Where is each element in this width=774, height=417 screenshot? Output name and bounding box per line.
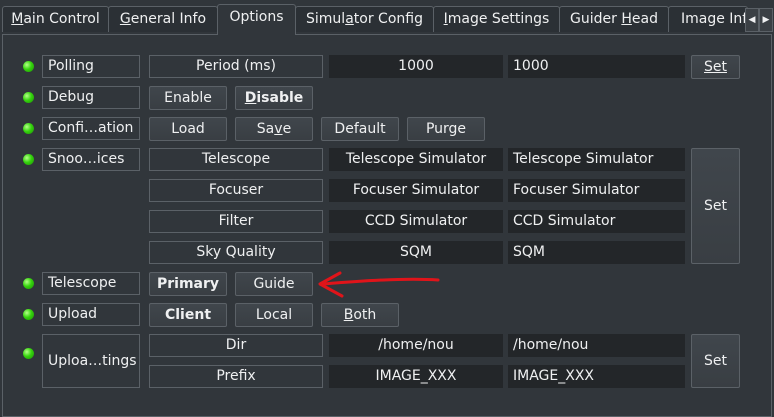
tab-main-control[interactable]: Main Control: [2, 6, 109, 32]
upload-local-button[interactable]: Local: [235, 303, 313, 327]
config-save-button[interactable]: Save: [235, 117, 313, 141]
telescope-label: Telescope: [42, 272, 140, 295]
telescope-guide-button[interactable]: Guide: [235, 272, 313, 296]
debug-status-led-icon: [23, 92, 34, 103]
config-status-led-icon: [23, 123, 34, 134]
snoop-focuser-input[interactable]: Focuser Simulator: [508, 179, 685, 202]
upload-prefix-element: Prefix: [149, 365, 323, 388]
snoop-sky-quality-input[interactable]: SQM: [508, 241, 685, 264]
snoop-telescope-element: Telescope: [149, 148, 323, 171]
snoop-filter-value: CCD Simulator: [329, 210, 503, 233]
tab-options[interactable]: Options: [217, 4, 296, 35]
triangle-right-icon: ▶: [762, 15, 770, 25]
upload-dir-value: /home/nou: [329, 334, 503, 357]
triangle-left-icon: ◀: [748, 15, 756, 25]
tab-general-info[interactable]: General Info: [108, 6, 218, 32]
upload-dir-element: Dir: [149, 334, 323, 357]
config-purge-button[interactable]: Purge: [407, 117, 485, 141]
polling-status-led-icon: [23, 61, 34, 72]
config-label: Confi…ation: [42, 117, 140, 140]
debug-disable-button[interactable]: Disable: [235, 86, 313, 110]
debug-enable-button[interactable]: Enable: [149, 86, 227, 110]
telescope-primary-button[interactable]: Primary: [149, 272, 227, 296]
red-arrow-icon: [318, 271, 440, 298]
upload-prefix-value: IMAGE_XXX: [329, 365, 503, 388]
upload-prefix-input[interactable]: IMAGE_XXX: [508, 365, 685, 388]
tab-scroll-right-button[interactable]: ▶: [759, 8, 773, 32]
snoop-focuser-value: Focuser Simulator: [329, 179, 503, 202]
snoop-set-button[interactable]: Set: [691, 148, 740, 264]
tab-image-settings[interactable]: Image Settings: [433, 6, 560, 32]
snoop-telescope-input[interactable]: Telescope Simulator: [508, 148, 685, 171]
polling-label: Polling: [42, 55, 140, 78]
upload-settings-status-led-icon: [23, 348, 34, 359]
tab-guider-head[interactable]: Guider Head: [559, 6, 669, 32]
debug-label: Debug: [42, 86, 140, 109]
tab-image-info[interactable]: Image Inf: [668, 6, 748, 32]
upload-settings-label: Uploa…tings: [42, 334, 140, 388]
tab-scroll-left-button[interactable]: ◀: [745, 8, 759, 32]
snoop-sky-quality-element: Sky Quality: [149, 241, 323, 264]
config-default-button[interactable]: Default: [321, 117, 399, 141]
polling-period-input[interactable]: 1000: [508, 55, 685, 78]
upload-dir-input[interactable]: /home/nou: [508, 334, 685, 357]
tab-bar: Main Control General Info Options Simula…: [0, 0, 774, 35]
polling-period-element: Period (ms): [149, 55, 323, 78]
snoop-focuser-element: Focuser: [149, 179, 323, 202]
upload-both-button[interactable]: Both: [321, 303, 399, 327]
upload-status-led-icon: [23, 309, 34, 320]
upload-label: Upload: [42, 303, 140, 326]
config-load-button[interactable]: Load: [149, 117, 227, 141]
upload-settings-set-button[interactable]: Set: [691, 334, 740, 388]
upload-client-button[interactable]: Client: [149, 303, 227, 327]
polling-set-button[interactable]: Set: [691, 55, 740, 79]
snoop-status-led-icon: [23, 154, 34, 165]
tab-simulator-config[interactable]: Simulator Config: [295, 6, 434, 32]
polling-period-value: 1000: [329, 55, 503, 78]
snoop-sky-quality-value: SQM: [329, 241, 503, 264]
snoop-filter-element: Filter: [149, 210, 323, 233]
telescope-status-led-icon: [23, 278, 34, 289]
snoop-filter-input[interactable]: CCD Simulator: [508, 210, 685, 233]
snoop-telescope-value: Telescope Simulator: [329, 148, 503, 171]
snoop-label: Snoo…ices: [42, 148, 140, 171]
